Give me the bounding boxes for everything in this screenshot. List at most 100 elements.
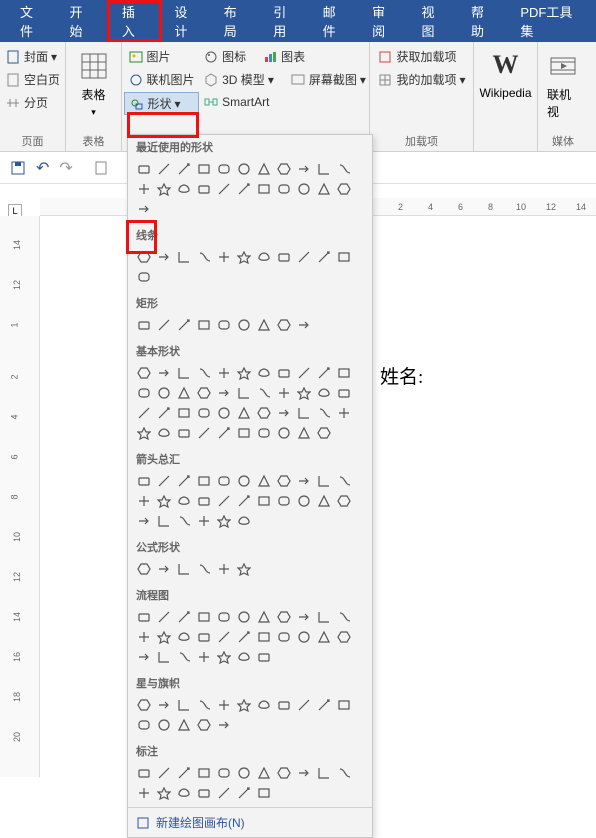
shape-option[interactable] [174,763,194,783]
shape-option[interactable] [154,423,174,443]
wikipedia-button[interactable]: W Wikipedia [471,46,539,104]
shape-option[interactable] [134,695,154,715]
shape-option[interactable] [234,315,254,335]
shape-option[interactable] [254,363,274,383]
shape-option[interactable] [254,423,274,443]
shape-option[interactable] [154,783,174,803]
shape-option[interactable] [174,715,194,735]
online-video-button[interactable]: 联机视 [539,46,587,124]
cover-page-button[interactable]: 封面▾ [1,46,64,67]
shape-option[interactable] [294,695,314,715]
shape-option[interactable] [134,715,154,735]
icons-button[interactable]: 图标 [199,46,250,67]
shape-option[interactable] [254,783,274,803]
shape-option[interactable] [154,491,174,511]
shape-option[interactable] [214,383,234,403]
shape-option[interactable] [214,423,234,443]
tab-view[interactable]: 视图 [410,0,459,42]
save-icon[interactable] [10,160,26,176]
shape-option[interactable] [134,363,154,383]
shape-option[interactable] [214,763,234,783]
shape-option[interactable] [214,559,234,579]
shape-option[interactable] [314,607,334,627]
shape-option[interactable] [194,423,214,443]
shape-option[interactable] [134,763,154,783]
shape-option[interactable] [134,559,154,579]
online-pictures-button[interactable]: 联机图片 [124,69,199,90]
shape-option[interactable] [174,559,194,579]
3d-models-button[interactable]: 3D 模型▾ [199,69,278,90]
shape-option[interactable] [234,383,254,403]
tab-file[interactable]: 文件 [8,0,57,42]
tab-layout[interactable]: 布局 [212,0,261,42]
my-addins-button[interactable]: 我的加载项▾ [373,69,469,90]
shape-option[interactable] [334,159,354,179]
shape-option[interactable] [194,763,214,783]
shape-option[interactable] [274,315,294,335]
shape-option[interactable] [294,247,314,267]
shape-option[interactable] [274,695,294,715]
shape-option[interactable] [254,159,274,179]
shape-option[interactable] [194,471,214,491]
shape-option[interactable] [174,159,194,179]
shape-option[interactable] [214,715,234,735]
shape-option[interactable] [294,159,314,179]
page-break-button[interactable]: 分页 [1,92,64,113]
shape-option[interactable] [294,607,314,627]
shape-option[interactable] [234,247,254,267]
shape-option[interactable] [294,179,314,199]
shape-option[interactable] [214,783,234,803]
document-icon[interactable] [93,160,109,176]
shape-option[interactable] [194,695,214,715]
shape-option[interactable] [234,159,254,179]
tab-home[interactable]: 开始 [57,0,106,42]
shape-option[interactable] [334,491,354,511]
shape-option[interactable] [154,763,174,783]
shape-option[interactable] [234,403,254,423]
shape-option[interactable] [194,647,214,667]
shape-option[interactable] [174,315,194,335]
shape-option[interactable] [194,383,214,403]
shape-option[interactable] [334,695,354,715]
shape-option[interactable] [214,695,234,715]
shape-option[interactable] [334,607,354,627]
shape-option[interactable] [274,471,294,491]
shape-option[interactable] [274,627,294,647]
blank-page-button[interactable]: 空白页 [1,69,64,90]
shape-option[interactable] [334,471,354,491]
shape-option[interactable] [234,363,254,383]
shape-option[interactable] [274,403,294,423]
shape-option[interactable] [174,383,194,403]
shape-option[interactable] [194,715,214,735]
shape-option[interactable] [174,647,194,667]
shape-option[interactable] [134,491,154,511]
document-text[interactable]: 姓名: [380,362,423,389]
shape-option[interactable] [214,491,234,511]
shape-option[interactable] [154,715,174,735]
shape-option[interactable] [174,247,194,267]
shape-option[interactable] [234,511,254,531]
shape-option[interactable] [174,179,194,199]
shape-option[interactable] [174,363,194,383]
shape-option[interactable] [194,491,214,511]
shape-option[interactable] [334,179,354,199]
shape-option[interactable] [214,647,234,667]
shape-option[interactable] [314,695,334,715]
shape-option[interactable] [134,423,154,443]
shape-option[interactable] [314,471,334,491]
shape-option[interactable] [174,403,194,423]
tab-references[interactable]: 引用 [261,0,310,42]
shape-option[interactable] [274,423,294,443]
shape-option[interactable] [294,363,314,383]
shape-option[interactable] [314,383,334,403]
shape-option[interactable] [194,511,214,531]
shape-option[interactable] [134,783,154,803]
shape-option[interactable] [234,695,254,715]
shape-option[interactable] [334,627,354,647]
shape-option[interactable] [194,179,214,199]
shape-option[interactable] [294,403,314,423]
shape-option[interactable] [194,363,214,383]
shape-option[interactable] [194,559,214,579]
shape-option[interactable] [334,363,354,383]
shape-option[interactable] [154,647,174,667]
